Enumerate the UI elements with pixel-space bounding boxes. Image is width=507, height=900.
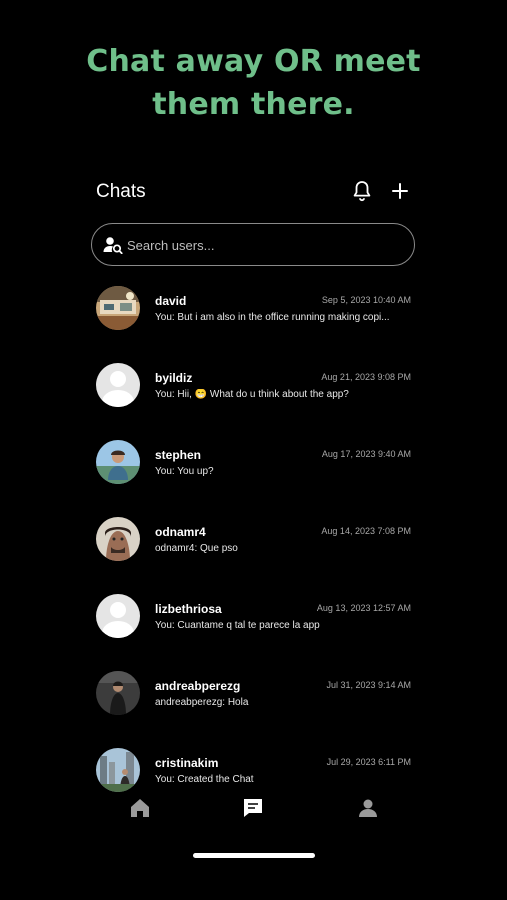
chat-name: andreabperezg	[155, 679, 241, 693]
chat-name: cristinakim	[155, 756, 219, 770]
default-avatar-icon	[96, 363, 140, 407]
chat-name: david	[155, 294, 187, 308]
chat-row-byildiz[interactable]: byildiz Aug 21, 2023 9:08 PM You: Hii, 😁…	[0, 357, 507, 434]
headline-line-2: them there.	[152, 87, 355, 122]
search-input[interactable]	[125, 224, 399, 267]
chat-row-david[interactable]: david Sep 5, 2023 10:40 AM You: But i am…	[0, 280, 507, 357]
page-title: Chats	[96, 181, 146, 202]
home-indicator[interactable]	[193, 853, 315, 858]
chat-name: odnamr4	[155, 525, 206, 539]
bell-icon[interactable]	[350, 179, 374, 203]
avatar	[96, 440, 140, 484]
chat-list: david Sep 5, 2023 10:40 AM You: But i am…	[0, 280, 507, 794]
plus-icon[interactable]	[388, 179, 412, 203]
chat-preview: You: Created the Chat	[155, 774, 254, 785]
headline: Chat away OR meet them there.	[0, 40, 507, 126]
chat-row-stephen[interactable]: stephen Aug 17, 2023 9:40 AM You: You up…	[0, 434, 507, 511]
chat-bubble-icon[interactable]	[241, 796, 265, 820]
headline-line-1: Chat away OR meet	[86, 44, 421, 79]
chat-timestamp: Jul 29, 2023 6:11 PM	[326, 757, 411, 767]
chat-preview: andreabperezg: Hola	[155, 697, 249, 708]
default-avatar-icon	[96, 594, 140, 638]
chat-timestamp: Aug 17, 2023 9:40 AM	[321, 449, 411, 459]
chat-row-cristinakim[interactable]: cristinakim Jul 29, 2023 6:11 PM You: Cr…	[0, 742, 507, 794]
chat-timestamp: Aug 21, 2023 9:08 PM	[321, 372, 411, 382]
chat-row-andreabperezg[interactable]: andreabperezg Jul 31, 2023 9:14 AM andre…	[0, 665, 507, 742]
chat-preview: You: Hii, 😁 What do u think about the ap…	[155, 389, 349, 400]
chat-timestamp: Aug 14, 2023 7:08 PM	[321, 526, 411, 536]
user-search-icon	[103, 237, 123, 254]
chat-timestamp: Sep 5, 2023 10:40 AM	[321, 295, 411, 305]
chat-preview: odnamr4: Que pso	[155, 543, 238, 554]
chat-preview: You: You up?	[155, 466, 214, 477]
chats-header: Chats	[96, 175, 418, 207]
chat-preview: You: Cuantame q tal te parece la app	[155, 620, 320, 631]
chat-row-odnamr4[interactable]: odnamr4 Aug 14, 2023 7:08 PM odnamr4: Qu…	[0, 511, 507, 588]
search-bar[interactable]	[91, 223, 415, 267]
chat-preview: You: But i am also in the office running…	[155, 312, 390, 323]
avatar	[96, 517, 140, 561]
person-icon[interactable]	[356, 796, 380, 820]
chat-name: stephen	[155, 448, 202, 462]
home-icon[interactable]	[128, 796, 152, 820]
chat-timestamp: Aug 13, 2023 12:57 AM	[316, 603, 411, 613]
avatar	[96, 671, 140, 715]
avatar	[96, 286, 140, 330]
chat-name: byildiz	[155, 371, 193, 385]
avatar	[96, 748, 140, 792]
tab-bar	[0, 794, 507, 824]
chat-timestamp: Jul 31, 2023 9:14 AM	[326, 680, 411, 690]
chat-name: lizbethriosa	[155, 602, 222, 616]
chat-row-lizbethriosa[interactable]: lizbethriosa Aug 13, 2023 12:57 AM You: …	[0, 588, 507, 665]
